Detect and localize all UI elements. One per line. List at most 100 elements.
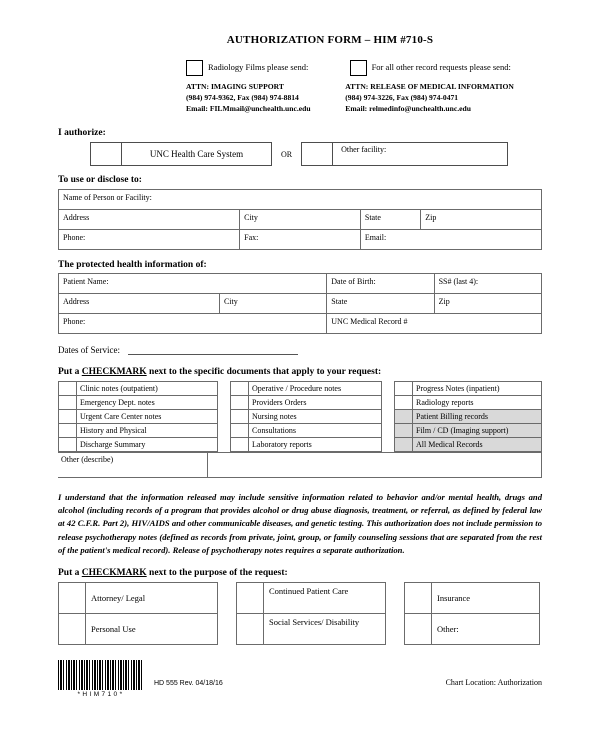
purpose-checkbox[interactable] [58, 581, 86, 614]
purpose-instruction-underline: CHECKMARK [81, 567, 147, 578]
list-item[interactable]: Attorney/ Legal [58, 581, 218, 614]
purpose-instruction-post: next to the purpose of the request: [146, 567, 288, 578]
barcode-block: *HIM710* [58, 660, 144, 698]
table-row: Phone: UNC Medical Record # [57, 313, 542, 335]
documents-table-1: Clinic notes (outpatient) Emergency Dept… [58, 381, 218, 453]
disclose-name-field[interactable]: Name of Person or Facility: [58, 189, 542, 211]
list-item[interactable]: Nursing notes [230, 409, 382, 425]
purpose-column-2: Continued Patient Care Social Services/ … [236, 581, 386, 645]
list-item[interactable]: Insurance [404, 581, 540, 614]
or-separator-label: OR [281, 149, 293, 159]
table-row: Patient Name: Date of Birth: SS# (last 4… [57, 273, 543, 295]
other-facility-label: Other facility: [341, 145, 387, 155]
list-item[interactable]: Urgent Care Center notes [58, 409, 218, 425]
other-facility-checkbox[interactable] [302, 143, 334, 166]
purpose-label: Continued Patient Care [263, 581, 386, 614]
purpose-label: Insurance [431, 581, 540, 614]
other-describe-table: Other (describe) [58, 452, 542, 479]
purpose-checkbox[interactable] [236, 612, 264, 645]
list-item[interactable]: Consultations [230, 423, 382, 439]
other-records-option[interactable]: For all other record requests please sen… [349, 60, 542, 76]
doc-checkbox[interactable] [230, 423, 249, 439]
doc-label: All Medical Records [412, 437, 542, 453]
disclose-zip-field[interactable]: Zip [420, 209, 542, 231]
page-title: AUTHORIZATION FORM – HIM #710-S [226, 34, 434, 46]
list-item[interactable]: Patient Billing records [394, 409, 542, 425]
documents-table-2: Operative / Procedure notes Providers Or… [230, 381, 382, 453]
doc-label: Emergency Dept. notes [76, 395, 218, 411]
other-describe-input[interactable] [207, 452, 542, 479]
phi-table: Patient Name: Date of Birth: SS# (last 4… [57, 273, 543, 335]
disclose-address-field[interactable]: Address [57, 209, 241, 231]
documents-table-3: Progress Notes (inpatient) Radiology rep… [394, 381, 542, 453]
ssn-last4-field[interactable]: SS# (last 4): [433, 273, 543, 295]
patient-zip-field[interactable]: Zip [433, 293, 543, 315]
list-item[interactable]: Discharge Summary [58, 437, 218, 453]
list-item[interactable]: Providers Orders [230, 395, 382, 411]
purpose-table-2: Continued Patient Care Social Services/ … [236, 581, 386, 645]
other-records-checkbox[interactable] [349, 60, 367, 76]
list-item[interactable]: Operative / Procedure notes [230, 381, 382, 397]
list-item[interactable]: Emergency Dept. notes [58, 395, 218, 411]
doc-checkbox[interactable] [58, 437, 77, 453]
list-item[interactable]: History and Physical [58, 423, 218, 439]
list-item[interactable]: Radiology reports [394, 395, 542, 411]
disclose-city-field[interactable]: City [239, 209, 361, 231]
purpose-label: Attorney/ Legal [85, 581, 218, 614]
doc-checkbox[interactable] [58, 395, 77, 411]
doc-checkbox[interactable] [394, 395, 413, 411]
doc-checkbox[interactable] [58, 409, 77, 425]
list-item[interactable]: Continued Patient Care [236, 581, 386, 614]
dates-of-service-input[interactable] [127, 344, 298, 356]
patient-city-field[interactable]: City [218, 293, 328, 315]
list-item[interactable]: Film / CD (Imaging support) [394, 423, 542, 439]
radiology-option[interactable]: Radiology Films please send: [186, 60, 350, 76]
purpose-checkbox[interactable] [404, 581, 432, 614]
other-facility-option[interactable]: Other facility: [301, 142, 509, 167]
disclose-phone-field[interactable]: Phone: [57, 229, 241, 251]
doc-checkbox[interactable] [230, 381, 249, 397]
patient-phone-field[interactable]: Phone: [57, 313, 328, 335]
documents-instruction: Put a CHECKMARK next to the specific doc… [58, 367, 542, 377]
list-item[interactable]: Progress Notes (inpatient) [394, 381, 542, 397]
doc-label: Patient Billing records [412, 409, 542, 425]
doc-checkbox[interactable] [58, 423, 77, 439]
doc-checkbox[interactable] [394, 409, 413, 425]
imaging-email: Email: FILMmail@unchealth.unc.edu [186, 103, 311, 113]
doc-checkbox[interactable] [394, 423, 413, 439]
date-of-birth-field[interactable]: Date of Birth: [326, 273, 435, 295]
list-item[interactable]: Laboratory reports [230, 437, 382, 453]
form-footer: *HIM710* HD 555 Rev. 04/18/16 Chart Loca… [58, 660, 542, 698]
documents-grid: Clinic notes (outpatient) Emergency Dept… [58, 381, 542, 453]
unc-facility-checkbox[interactable] [91, 143, 122, 166]
disclose-state-field[interactable]: State [359, 209, 422, 231]
disclose-email-field[interactable]: Email: [359, 229, 543, 251]
unc-facility-option[interactable]: UNC Health Care System [90, 142, 272, 167]
doc-checkbox[interactable] [58, 381, 77, 397]
doc-checkbox[interactable] [230, 395, 249, 411]
patient-address-field[interactable]: Address [58, 293, 220, 315]
purpose-checkbox[interactable] [404, 612, 432, 645]
legal-disclosure-text: I understand that the information releas… [58, 492, 542, 555]
doc-checkbox[interactable] [230, 437, 249, 453]
barcode-image [58, 660, 142, 690]
disclose-heading: To use or disclose to: [58, 175, 142, 186]
list-item[interactable]: All Medical Records [394, 437, 542, 453]
doc-checkbox[interactable] [394, 437, 413, 453]
purpose-checkbox[interactable] [58, 612, 86, 645]
list-item[interactable]: Social Services/ Disability [236, 612, 386, 645]
list-item[interactable]: Other: [404, 612, 540, 645]
doc-checkbox[interactable] [230, 409, 249, 425]
documents-instruction-pre: Put a [58, 367, 82, 378]
list-item[interactable]: Personal Use [58, 612, 218, 645]
unc-medical-record-field[interactable]: UNC Medical Record # [326, 313, 542, 335]
patient-name-field[interactable]: Patient Name: [57, 273, 328, 295]
disclose-fax-field[interactable]: Fax: [239, 229, 361, 251]
radiology-checkbox[interactable] [186, 60, 203, 76]
documents-column-2: Operative / Procedure notes Providers Or… [230, 381, 382, 453]
list-item[interactable]: Clinic notes (outpatient) [58, 381, 218, 397]
purpose-checkbox[interactable] [236, 581, 264, 614]
phi-heading: The protected health information of: [58, 260, 207, 271]
doc-checkbox[interactable] [394, 381, 413, 397]
patient-state-field[interactable]: State [326, 293, 435, 315]
